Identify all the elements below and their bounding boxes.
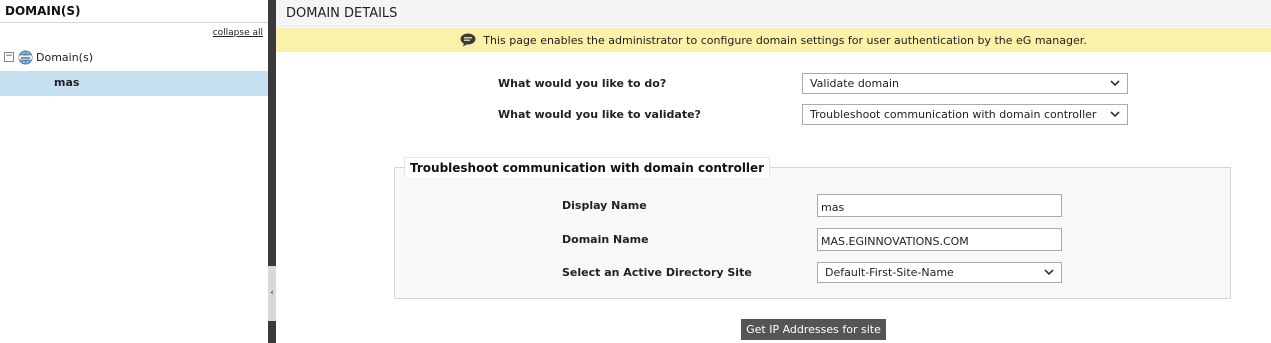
chevron-down-icon (1110, 111, 1120, 118)
tree-root-label: Domain(s) (36, 50, 93, 64)
collapse-all-link[interactable]: collapse all (213, 28, 263, 38)
app: DOMAIN(S) collapse all − www Domain(s) m… (0, 0, 1271, 343)
tree-root-domains[interactable]: − www Domain(s) (4, 48, 93, 66)
info-banner: This page enables the administrator to c… (276, 28, 1271, 52)
action-select-value: Validate domain (810, 77, 900, 90)
display-name-label: Display Name (562, 199, 647, 212)
svg-text:www: www (21, 55, 30, 59)
domain-name-label: Domain Name (562, 233, 649, 246)
page-title: DOMAIN DETAILS (276, 0, 1271, 27)
tree-collapse-toggle[interactable]: − (4, 52, 14, 62)
speech-bubble-icon (460, 33, 476, 47)
validate-question-label: What would you like to validate? (498, 108, 701, 121)
action-select[interactable]: Validate domain (802, 73, 1128, 94)
info-text: This page enables the administrator to c… (483, 33, 1087, 47)
action-question-label: What would you like to do? (498, 77, 667, 90)
section-legend: Troubleshoot communication with domain c… (404, 157, 771, 177)
chevron-down-icon (1044, 269, 1054, 276)
tree-item-mas[interactable]: mas (0, 71, 268, 96)
domains-panel: DOMAIN(S) collapse all − www Domain(s) m… (0, 0, 268, 343)
troubleshoot-section (394, 167, 1231, 299)
validate-select[interactable]: Troubleshoot communication with domain c… (802, 104, 1128, 125)
ad-site-select-value: Default-First-Site-Name (825, 266, 954, 279)
domain-details-panel: DOMAIN DETAILS This page enables the adm… (276, 0, 1271, 343)
globe-www-icon: www (18, 49, 33, 65)
chevron-down-icon (1110, 80, 1120, 87)
get-ip-addresses-button[interactable]: Get IP Addresses for site (741, 319, 886, 340)
collapse-panel-handle[interactable]: ‹ (268, 266, 276, 321)
ad-site-label: Select an Active Directory Site (562, 266, 752, 279)
ad-site-select[interactable]: Default-First-Site-Name (817, 262, 1062, 283)
domain-name-field[interactable] (817, 228, 1062, 251)
display-name-field[interactable] (817, 194, 1062, 217)
validate-select-value: Troubleshoot communication with domain c… (810, 108, 1097, 121)
domains-panel-title: DOMAIN(S) (0, 0, 268, 23)
